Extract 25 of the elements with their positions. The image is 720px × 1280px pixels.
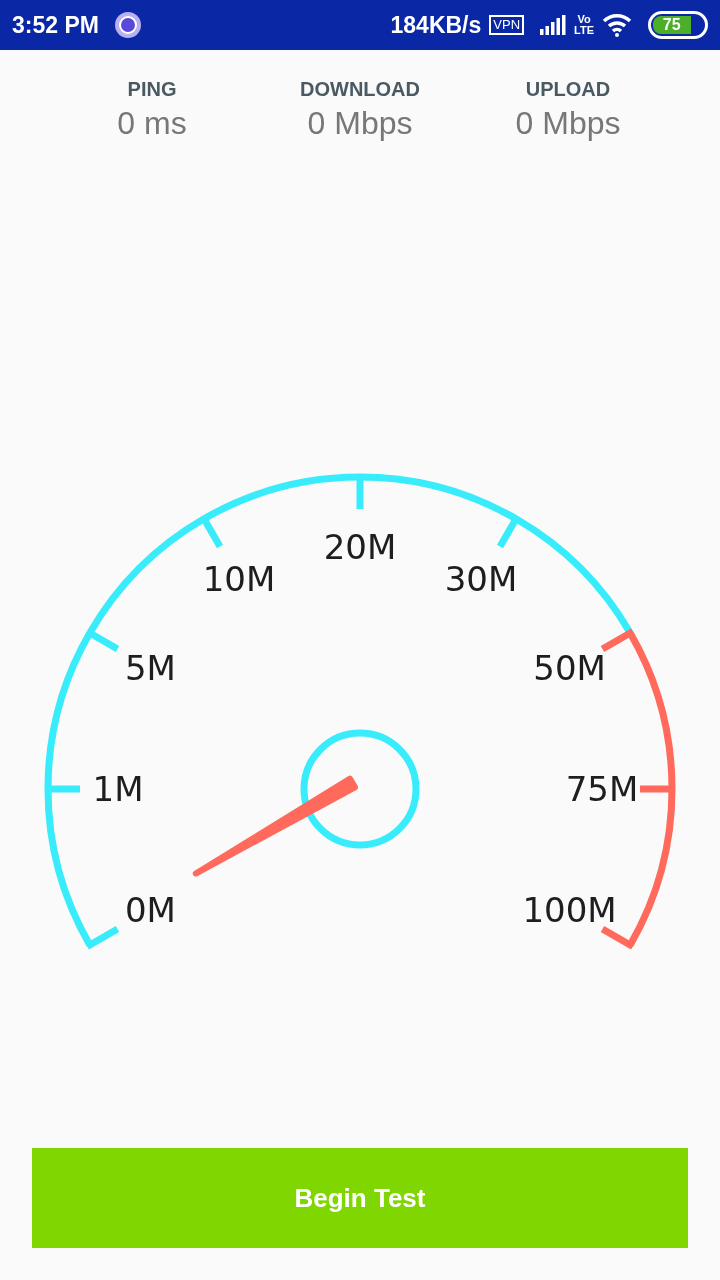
stat-label: UPLOAD bbox=[525, 77, 611, 102]
battery-percent: 75 bbox=[653, 16, 691, 34]
signal-icon bbox=[540, 15, 567, 35]
tick-label: 50M bbox=[533, 648, 606, 688]
vpn-app-icon bbox=[114, 12, 141, 38]
vpn-badge: VPN bbox=[489, 15, 525, 35]
stat-value: 0 ms bbox=[117, 104, 187, 142]
tick-label: 75M bbox=[565, 769, 639, 809]
wifi-icon bbox=[602, 13, 632, 37]
network-speed: 184KB/s bbox=[390, 10, 482, 40]
tick-label: 5M bbox=[124, 648, 176, 688]
tick-label: 100M bbox=[522, 890, 617, 930]
stat-value: 0 Mbps bbox=[307, 104, 413, 142]
tick-label: 10M bbox=[202, 559, 276, 600]
lte-label: LTE bbox=[574, 25, 594, 36]
volte-label: Vo bbox=[577, 14, 591, 25]
tick-label: 0M bbox=[124, 890, 176, 930]
tick-label: 30M bbox=[444, 559, 518, 600]
stat-value: 0 Mbps bbox=[515, 104, 621, 142]
clock: 3:52 PM bbox=[12, 10, 99, 40]
stat-label: PING bbox=[127, 77, 177, 102]
stat-label: DOWNLOAD bbox=[300, 77, 420, 102]
tick-label: 1M bbox=[92, 769, 144, 809]
tick-label: 20M bbox=[323, 527, 397, 567]
begin-test-button[interactable]: Begin Test bbox=[32, 1148, 688, 1248]
